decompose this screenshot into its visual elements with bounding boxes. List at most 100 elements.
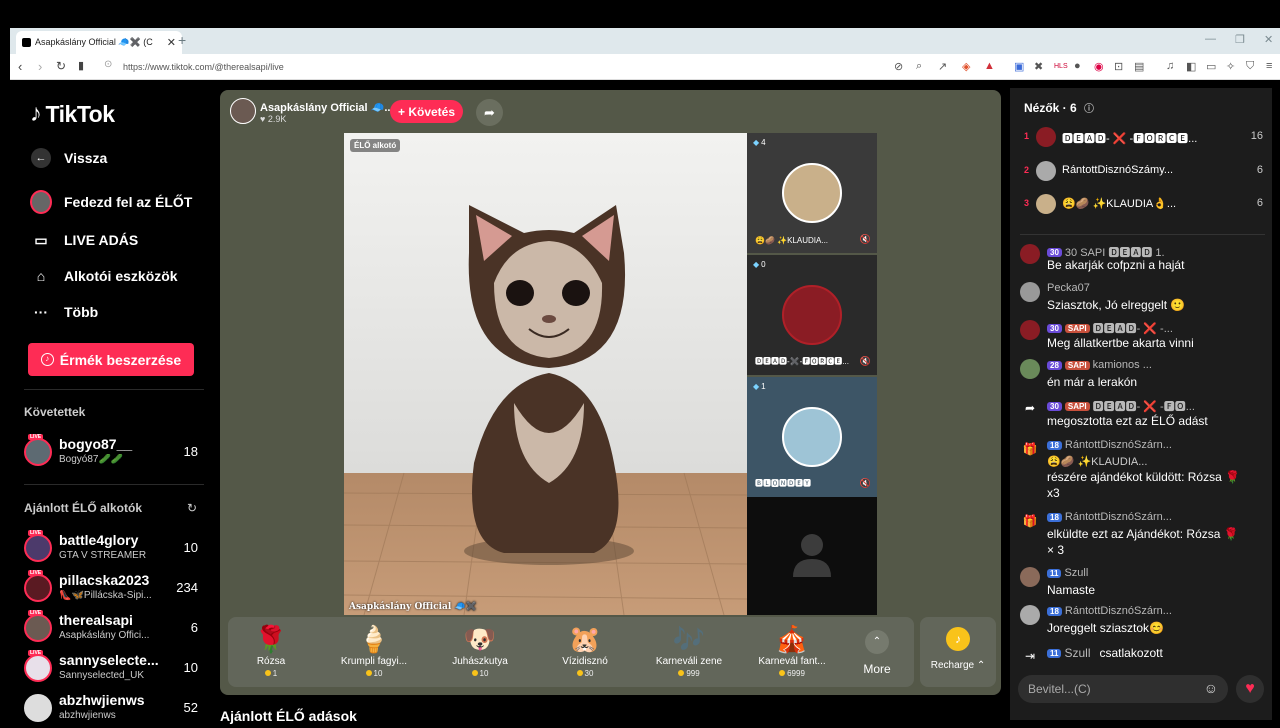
sapi-badge: SAPI (1064, 401, 1090, 411)
level-badge: 11 (1047, 648, 1062, 658)
get-coins-button[interactable]: ♪ Érmék beszerzése (28, 343, 194, 376)
maximize-icon[interactable]: ❐ (1235, 33, 1245, 46)
top-viewer-row[interactable]: 2 RántottDisznóSzámy... 6 (1020, 159, 1265, 185)
message-author: 30 SAPI 🅳🅴🅰🅳- ❌ -🅵🅾... (1047, 398, 1195, 414)
extension-box-icon[interactable]: ▤ (1134, 60, 1144, 73)
guest-tile-empty[interactable] (747, 497, 877, 615)
gift-name: Juhászkutya (452, 656, 508, 667)
host-name[interactable]: Asapkáslány Official 🧢... (260, 101, 394, 114)
author-name: 🅳🅴🅰🅳- ❌ -... (1092, 323, 1173, 335)
guest-tile[interactable]: ◆ 1 🅱🅻🅾🅽🅳🅴🆈 🔇 (747, 377, 877, 497)
guest-tile[interactable]: ◆ 4 😩🥔 ✨KLAUDIA... 🔇 (747, 133, 877, 253)
zoom-icon[interactable]: ⌕ (916, 60, 922, 73)
avatar (1020, 605, 1040, 625)
author-name: Szull (1064, 646, 1091, 660)
guest-score-value: 1 (761, 382, 766, 391)
gift-item[interactable]: 🎶 Karneváli zene 999 (639, 622, 739, 678)
more-gifts-button[interactable]: ⌃ More (862, 630, 892, 676)
gift-item[interactable]: 🌹 Rózsa 1 (221, 622, 321, 678)
recommended-account[interactable]: LIVE sannyselecte... Sannyselected_UK 10 (24, 650, 200, 688)
nav-label: LIVE ADÁS (64, 232, 139, 248)
music-icon[interactable]: ♫ (1166, 60, 1174, 72)
followed-account[interactable]: LIVE bogyo87__ Bogyó87🥒🥒 18 (24, 434, 200, 472)
gift-item[interactable]: 🎪 Karnevál fant... 6999 (742, 622, 842, 678)
gift-item[interactable]: 🐹 Vízidisznó 30 (535, 622, 635, 678)
diamond-icon: ◆ (753, 138, 760, 147)
brave-shield-icon[interactable]: ◈ (962, 60, 970, 73)
account-name: therealsapi (59, 612, 133, 628)
wallet-icon[interactable]: ▭ (1206, 60, 1216, 73)
message-author: Pecka07 (1047, 282, 1090, 294)
back-link[interactable]: ← Vissza (30, 147, 107, 169)
recharge-button[interactable]: ♪ Recharge ⌃ (920, 617, 996, 687)
author-name: RántottDisznóSzárn... (1064, 605, 1172, 617)
extensions-icon[interactable]: ✧ (1226, 60, 1235, 73)
nav-item-live[interactable]: ▭ LIVE ADÁS (30, 229, 138, 251)
translate-icon[interactable]: ▣ (1014, 60, 1024, 73)
back-icon[interactable]: ‹ (18, 59, 22, 74)
guest-name: 🅳🅴🅰🅳-✖️-🅵🅾🆁🅲🅴... (755, 357, 849, 366)
main-video[interactable] (344, 133, 747, 615)
close-tab-icon[interactable]: ✕ (167, 36, 176, 49)
share-page-icon[interactable]: ↗ (938, 60, 947, 73)
top-viewer-row[interactable]: 3 😩🥔 ✨KLAUDIA👌... 6 (1020, 192, 1265, 218)
coin-icon: ♪ (40, 353, 54, 366)
close-window-icon[interactable]: ✕ (1264, 33, 1273, 46)
forward-icon[interactable]: › (38, 59, 42, 74)
gift-item[interactable]: 🐶 Juhászkutya 10 (430, 622, 530, 678)
join-icon: ⇥ (1024, 649, 1036, 663)
emoji-icon[interactable]: ☺ (1204, 680, 1218, 696)
gift-item[interactable]: 🍦 Krumpli fagyi... 10 (324, 622, 424, 678)
recommended-account[interactable]: LIVE pillacska2023 👠🦋Pillácska-Sipi... 2… (24, 570, 200, 608)
divider (1020, 234, 1265, 235)
capybara-icon: 🐹 (568, 624, 602, 654)
like-heart-button[interactable]: ♥ (1236, 675, 1264, 703)
share-arrow-icon: ➦ (484, 104, 495, 120)
refresh-icon[interactable]: ↻ (187, 501, 197, 515)
recommended-account[interactable]: LIVE battle4glory GTA V STREAMER 10 (24, 530, 200, 568)
chevron-up-icon: ⌃ (865, 630, 889, 654)
nav-item-creator-tools[interactable]: ⌂ Alkotói eszközök (30, 265, 178, 287)
browser-tab[interactable]: Asapkáslány Official 🧢✖️ (C ✕ (16, 31, 182, 54)
viewer-score: 16 (1250, 130, 1263, 142)
new-tab-icon[interactable]: + (178, 32, 186, 48)
gift-price: 10 (430, 669, 530, 678)
nav-item-explore-live[interactable]: Fedezd fel az ÉLŐT (30, 190, 192, 214)
sidebar-icon[interactable]: ◧ (1186, 60, 1196, 73)
help-icon[interactable]: ⓘ (1084, 104, 1094, 115)
vpn-icon[interactable]: ⛉ (1246, 60, 1254, 73)
guest-score: ◆ 0 (753, 260, 766, 269)
tiktok-logo[interactable]: ♪ TikTok (30, 100, 115, 128)
host-avatar[interactable] (230, 98, 256, 124)
arrow-left-icon: ← (30, 147, 52, 169)
recommended-account[interactable]: abzhwjienws abzhwjienws 52 (24, 692, 200, 728)
live-badge: LIVE (28, 650, 44, 656)
message-text: Meg állatkertbe akarta vinni (1047, 336, 1194, 350)
share-button[interactable]: ➦ (476, 99, 503, 126)
guest-score: ◆ 4 (753, 138, 766, 147)
recommended-heading: Ajánlott ÉLŐ alkotók (24, 501, 143, 515)
no-tracking-icon[interactable]: ⊘ (894, 60, 903, 73)
extension-circle-icon[interactable]: ● (1074, 60, 1081, 72)
extension-screen-icon[interactable]: ⊡ (1114, 60, 1123, 73)
guest-tile[interactable]: ◆ 0 🅳🅴🅰🅳-✖️-🅵🅾🆁🅲🅴... 🔇 (747, 255, 877, 375)
triangle-extension-icon[interactable]: ▲ (984, 60, 995, 72)
top-viewer-row[interactable]: 1 🅳🅴🅰🅳- ❌ -🅵🅾🆁🅲🅴... 16 (1020, 125, 1265, 151)
minimize-icon[interactable]: — (1205, 33, 1216, 45)
recommended-account[interactable]: LIVE therealsapi Asapkáslány Offici... 6 (24, 610, 200, 648)
extension-color-icon[interactable]: ◉ (1094, 60, 1104, 73)
dots-icon: ··· (34, 304, 48, 320)
chat-input[interactable]: Bevitel...(C) ☺ (1018, 675, 1228, 703)
nav-item-more[interactable]: ··· Több (30, 301, 98, 323)
address-bar[interactable]: https://www.tiktok.com/@therealsapi/live (123, 62, 284, 72)
follow-button[interactable]: + Követés (390, 100, 463, 123)
extension-x-icon[interactable]: ✖ (1034, 60, 1043, 73)
site-info-icon[interactable]: ⊙ (104, 59, 112, 70)
reload-icon[interactable]: ↻ (56, 59, 66, 73)
avatar (1036, 161, 1056, 181)
gift-name: Vízidisznó (562, 656, 608, 667)
hls-extension-icon[interactable]: HLS (1054, 63, 1068, 70)
menu-icon[interactable]: ≡ (1266, 60, 1272, 72)
bookmark-icon[interactable]: ▮ (78, 59, 84, 72)
message-author: 30 SAPI 🅳🅴🅰🅳- ❌ -... (1047, 320, 1173, 336)
